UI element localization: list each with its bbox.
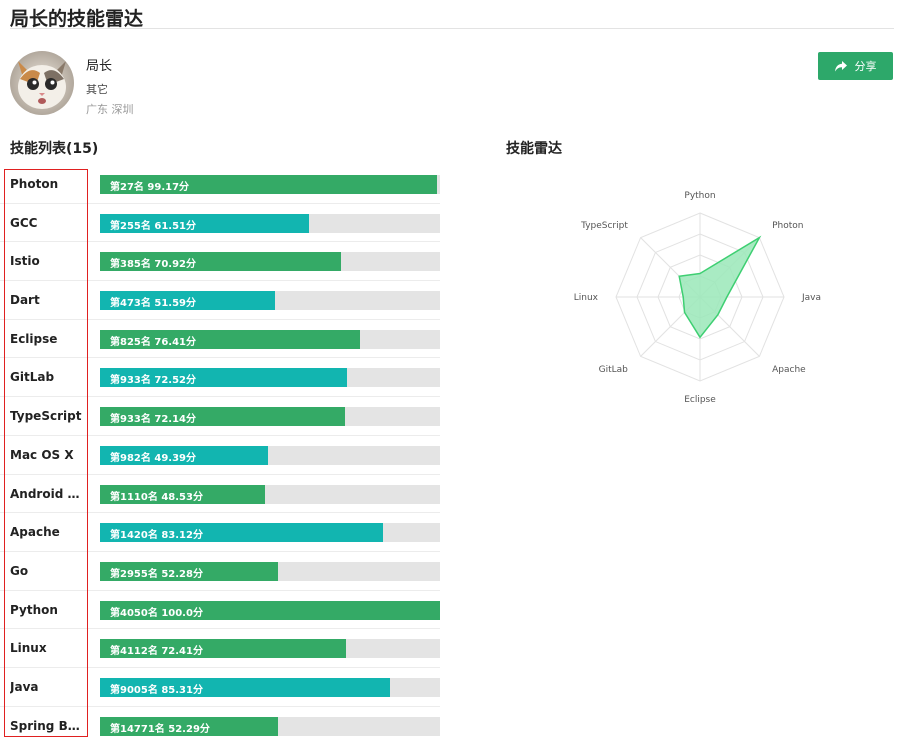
skill-rank-score-label: 第255名 61.51分 [110,220,196,232]
skill-score-bar: 第1110名 48.53分 [100,484,440,504]
skill-name[interactable]: Spring Boot [10,719,84,733]
skill-score-bar: 第14771名 52.29分 [100,716,440,736]
skill-score-bar: 第825名 76.41分 [100,329,440,349]
skill-rank-score-label: 第4050名 100.0分 [110,607,203,619]
skill-row[interactable]: Mac OS X 第982名 49.39分 [0,436,440,475]
radar-axis-label: Python [684,191,715,201]
radar-skill-area [678,235,762,339]
skill-score-bar: 第4112名 72.41分 [100,639,440,659]
skill-rank-score-label: 第2955名 52.28分 [110,568,203,580]
skill-score-bar: 第982名 49.39分 [100,445,440,465]
skill-name[interactable]: Android St... [10,487,84,501]
profile-location: 广东 深圳 [86,103,134,116]
skill-rank-score-label: 第473名 51.59分 [110,298,196,310]
skill-name[interactable]: Linux [10,641,84,655]
profile-role: 其它 [86,83,108,96]
avatar [10,51,74,115]
page-title: 局长的技能雷达 [10,8,144,30]
skill-score-bar: 第255名 61.51分 [100,213,440,233]
skill-rank-score-label: 第4112名 72.41分 [110,646,203,658]
radar-axis-label: Java [801,293,821,303]
cat-avatar-icon [10,51,74,115]
skill-row[interactable]: Java 第9005名 85.31分 [0,668,440,707]
skill-name[interactable]: Apache [10,525,84,539]
skill-row[interactable]: Python 第4050名 100.0分 [0,591,440,630]
skill-score-bar: 第27名 99.17分 [100,175,440,194]
radar-axis-label: Photon [772,221,803,231]
skill-score-bar: 第9005名 85.31分 [100,677,440,697]
skill-row[interactable]: Linux 第4112名 72.41分 [0,629,440,668]
skill-row[interactable]: Android St... 第1110名 48.53分 [0,475,440,514]
skill-rank-score-label: 第385名 70.92分 [110,259,196,271]
title-divider [10,28,894,29]
skill-rank-score-label: 第933名 72.52分 [110,375,196,387]
share-button-label: 分享 [854,60,877,73]
skills-section-title: 技能列表(15) [10,141,99,157]
skill-rank-score-label: 第14771名 52.29分 [110,723,210,735]
skill-score-bar: 第1420名 83.12分 [100,523,440,543]
skill-score-bar: 第2955名 52.28分 [100,561,440,581]
skill-row[interactable]: Photon 第27名 99.17分 [0,165,440,204]
skill-rank-score-label: 第1420名 83.12分 [110,530,203,542]
skill-row[interactable]: Eclipse 第825名 76.41分 [0,320,440,359]
skill-score-bar: 第933名 72.14分 [100,407,440,427]
skill-name[interactable]: Dart [10,293,84,307]
skill-score-bar: 第933名 72.52分 [100,368,440,388]
skill-row[interactable]: Dart 第473名 51.59分 [0,281,440,320]
radar-axis-label: GitLab [599,365,629,375]
radar-axis-label: Linux [574,293,599,303]
skill-name[interactable]: Go [10,564,84,578]
skill-rank-score-label: 第1110名 48.53分 [110,491,203,503]
skill-row[interactable]: TypeScript 第933名 72.14分 [0,397,440,436]
skill-rank-score-label: 第933名 72.14分 [110,414,196,426]
skill-row[interactable]: GCC 第255名 61.51分 [0,204,440,243]
skill-name[interactable]: Istio [10,254,84,268]
skill-name[interactable]: TypeScript [10,409,84,423]
radar-axis-label: TypeScript [580,221,628,231]
skill-rank-score-label: 第27名 99.17分 [110,182,190,193]
skill-row[interactable]: Go 第2955名 52.28分 [0,552,440,591]
skill-score-bar: 第473名 51.59分 [100,291,440,311]
skill-radar-chart: Python Photon Java Apache Eclipse GitLab Linux… [574,191,821,405]
skill-rank-score-label: 第982名 49.39分 [110,452,196,464]
radar-axis-label: Apache [772,365,806,375]
share-button[interactable]: 分享 [818,52,893,80]
radar-axis-label: Eclipse [684,395,716,405]
skill-name[interactable]: Mac OS X [10,448,84,462]
skill-row[interactable]: Apache 第1420名 83.12分 [0,513,440,552]
skill-row[interactable]: GitLab 第933名 72.52分 [0,358,440,398]
skill-name[interactable]: Python [10,603,84,617]
share-arrow-icon [834,60,847,71]
profile-name: 局长 [86,59,113,74]
skill-name[interactable]: Java [10,680,84,694]
skill-rank-score-label: 第825名 76.41分 [110,336,196,348]
skill-score-bar: 第4050名 100.0分 [100,600,440,620]
skill-list: Photon 第27名 99.17分 GCC 第255名 61.51分 Istio 第38… [0,165,440,743]
skill-name[interactable]: GitLab [10,370,84,384]
skill-row[interactable]: Istio 第385名 70.92分 [0,242,440,282]
skill-row[interactable]: Spring Boot 第14771名 52.29分 [0,707,440,743]
skill-name[interactable]: GCC [10,216,84,230]
skill-score-bar: 第385名 70.92分 [100,252,440,272]
skill-name[interactable]: Eclipse [10,332,84,346]
radar-section-title: 技能雷达 [506,141,562,157]
skill-name[interactable]: Photon [10,177,84,191]
skill-rank-score-label: 第9005名 85.31分 [110,684,203,696]
